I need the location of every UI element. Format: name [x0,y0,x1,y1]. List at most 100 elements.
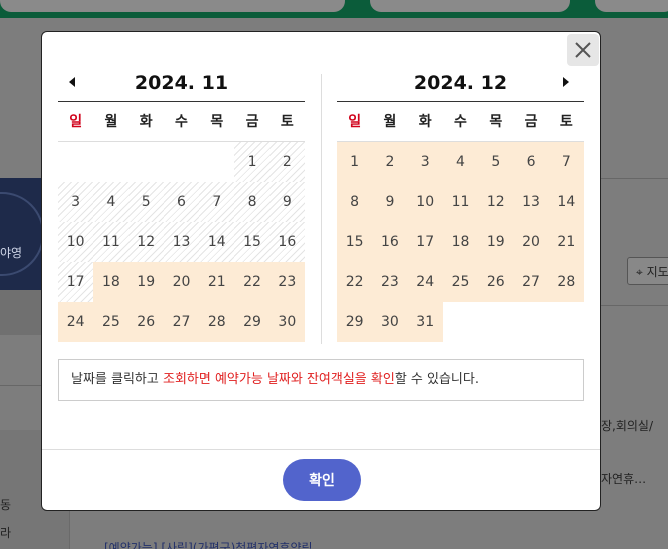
weekday-label: 토 [280,114,294,130]
close-button[interactable] [567,34,599,66]
caret-left-icon[interactable] [66,75,80,89]
close-icon [575,42,591,58]
day-cell[interactable]: 26 [478,262,514,302]
background-logo: 야영 [0,178,42,290]
day-cell[interactable]: 24 [58,302,94,342]
day-cell[interactable]: 4 [442,142,479,182]
background-tab [370,0,570,12]
background-link: [예약가능] [사립](가평군)청평자연휴양림 [104,541,313,549]
weekday-label: 수 [175,114,188,130]
confirm-button[interactable]: 확인 [283,459,361,501]
background-logo-text: 야영 [0,246,23,260]
day-cell[interactable]: 18 [442,222,479,262]
empty-cell [93,142,128,182]
day-cell: 9 [269,182,305,222]
empty-cell [199,142,234,182]
day-cell[interactable]: 3 [407,142,443,182]
day-cell[interactable]: 8 [337,182,373,222]
weekday-label: 금 [524,114,538,130]
day-cell[interactable]: 22 [337,262,373,302]
day-cell[interactable]: 28 [199,302,235,342]
day-cell: 15 [234,222,270,262]
day-cell[interactable]: 22 [234,262,270,302]
day-cell: 4 [93,182,129,222]
day-cell[interactable]: 21 [548,222,584,262]
notice-highlight: 조회하면 예약가능 날짜와 잔여객실을 확인 [163,372,395,387]
day-cell[interactable]: 12 [478,182,514,222]
background-divider [601,178,668,179]
day-cell: 8 [234,182,270,222]
calendar-november: 2024. 11 일월화수목금토 1 2 3 4 5 6 7 8 9 10 11 12 13 14 15 16… [58,72,305,342]
day-cell[interactable]: 20 [163,262,200,302]
empty-cell [129,142,164,182]
day-cell: 6 [163,182,200,222]
day-cell[interactable]: 2 [372,142,408,182]
day-cell[interactable]: 15 [337,222,373,262]
day-cell[interactable]: 9 [372,182,408,222]
day-cell[interactable]: 1 [337,142,373,182]
day-cell[interactable]: 27 [163,302,200,342]
notice-text: 날짜를 클릭하고 [71,372,163,387]
weekday-label: 수 [454,114,467,130]
day-cell: 3 [58,182,94,222]
footer-divider [42,449,600,450]
day-cell[interactable]: 23 [269,262,305,302]
background-text: 라 [0,526,12,540]
caret-right-icon[interactable] [558,75,572,89]
day-cell[interactable]: 7 [548,142,584,182]
day-cell[interactable]: 27 [513,262,549,302]
day-cell[interactable]: 5 [478,142,514,182]
calendar-header: 2024. 11 [58,72,305,102]
day-cell[interactable]: 11 [442,182,479,222]
calendar-december: 2024. 12 일월화수목금토 1 2 3 4 5 6 7 8 9 10 11 12 13 14 15 16… [337,72,584,342]
day-cell[interactable]: 6 [513,142,549,182]
day-cell[interactable]: 10 [407,182,443,222]
empty-cell [164,142,199,182]
day-cell[interactable]: 25 [93,302,129,342]
day-cell[interactable]: 28 [548,262,584,302]
day-cell[interactable]: 23 [372,262,408,302]
day-cell[interactable]: 30 [269,302,305,342]
month-title: 2024. 11 [134,72,229,94]
day-cell[interactable]: 13 [513,182,549,222]
background-strip [0,290,42,335]
day-cell[interactable]: 24 [407,262,443,302]
day-cell[interactable]: 29 [234,302,270,342]
day-cell[interactable]: 30 [372,302,408,342]
day-cell[interactable]: 16 [372,222,408,262]
day-cell[interactable]: 19 [128,262,164,302]
day-grid: 1 2 3 4 5 6 7 8 9 10 11 12 13 14 15 16 17 18 19 20 21 22 23 24 2… [58,142,305,342]
background-map-label: 지도 [646,265,668,279]
background-tab [0,0,345,12]
weekday-label: 화 [139,114,153,130]
day-cell[interactable]: 18 [93,262,129,302]
weekday-label: 일 [348,114,362,130]
day-cell[interactable]: 31 [407,302,443,342]
day-cell[interactable]: 21 [199,262,235,302]
notice-box: 날짜를 클릭하고 조회하면 예약가능 날짜와 잔여객실을 확인할 수 있습니다. [58,359,584,401]
weekday-label: 목 [489,114,503,130]
day-cell[interactable]: 25 [442,262,479,302]
day-cell[interactable]: 26 [128,302,164,342]
day-cell: 17 [58,262,94,302]
background-text: 장,회의실/ [601,419,654,433]
day-cell: 13 [163,222,200,262]
calendar-header: 2024. 12 [337,72,584,102]
day-cell[interactable]: 14 [548,182,584,222]
weekday-label: 금 [245,114,259,130]
calendar-divider [321,74,322,344]
day-cell[interactable]: 17 [407,222,443,262]
day-cell: 7 [199,182,235,222]
background-tab [595,0,668,12]
day-cell[interactable]: 20 [513,222,549,262]
day-cell[interactable]: 19 [478,222,514,262]
weekday-label: 월 [104,114,118,130]
day-cell: 10 [58,222,94,262]
day-cell: 2 [269,142,305,182]
background-divider [601,305,668,306]
day-grid: 1 2 3 4 5 6 7 8 9 10 11 12 13 14 15 16 17 18 19 20 21 22 23 24 2… [337,142,584,342]
notice-text: 할 수 있습니다. [394,372,479,387]
day-cell: 1 [234,142,270,182]
day-cell[interactable]: 29 [337,302,373,342]
weekday-label: 토 [559,114,573,130]
